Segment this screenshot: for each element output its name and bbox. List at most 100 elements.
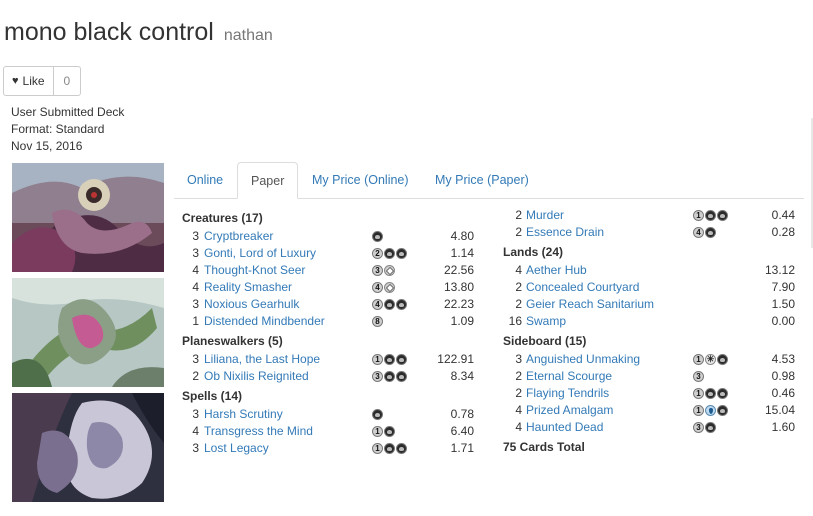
card-name-link[interactable]: Cryptbreaker	[204, 228, 273, 245]
card-price: 0.44	[771, 208, 795, 222]
card-art-image[interactable]	[12, 393, 164, 502]
card-row: 2 Flaying Tendrils 1 0.46	[503, 385, 798, 402]
mana-cost: 1	[693, 388, 728, 399]
card-art-image[interactable]	[12, 163, 164, 272]
black-mana-icon	[717, 405, 728, 416]
card-name-link[interactable]: Eternal Scourge	[526, 368, 612, 385]
card-row: 2 Geier Reach Sanitarium 1.50	[503, 296, 798, 313]
generic-mana-icon: 8	[372, 316, 383, 327]
card-name-link[interactable]: Murder	[526, 207, 564, 224]
card-row: 4 Prized Amalgam 1 15.04	[503, 402, 798, 419]
section-title: Spells (14)	[182, 389, 243, 403]
card-quantity: 2	[515, 369, 522, 383]
card-quantity: 4	[192, 424, 199, 438]
card-name-link[interactable]: Concealed Courtyard	[526, 279, 639, 296]
deck-meta: User Submitted Deck Format: Standard Nov…	[11, 104, 124, 155]
black-mana-icon	[372, 231, 383, 242]
card-name-link[interactable]: Flaying Tendrils	[526, 385, 609, 402]
mana-cost: 1 ✳	[693, 354, 728, 365]
generic-mana-icon: 1	[693, 210, 704, 221]
card-name-link[interactable]: Haunted Dead	[526, 419, 603, 436]
generic-mana-icon: 4	[693, 227, 704, 238]
card-name-link[interactable]: Essence Drain	[526, 224, 604, 241]
card-quantity: 2	[515, 225, 522, 239]
card-row: 1 Distended Mindbender 8 1.09	[182, 313, 477, 330]
generic-mana-icon: 3	[372, 371, 383, 382]
card-row: 2 Ob Nixilis Reignited 3 8.34	[182, 368, 477, 385]
black-mana-icon	[396, 248, 407, 259]
card-name-link[interactable]: Prized Amalgam	[526, 402, 613, 419]
card-name-link[interactable]: Swamp	[526, 313, 566, 330]
card-name-link[interactable]: Reality Smasher	[204, 279, 292, 296]
card-price: 4.80	[450, 229, 474, 243]
black-mana-icon	[384, 443, 395, 454]
generic-mana-icon: 1	[693, 388, 704, 399]
card-quantity: 4	[192, 263, 199, 277]
card-row: 3 Anguished Unmaking 1 ✳ 4.53	[503, 351, 798, 368]
black-mana-icon	[396, 354, 407, 365]
cards-total: 75 Cards Total	[503, 440, 585, 454]
card-name-link[interactable]: Anguished Unmaking	[526, 351, 640, 368]
card-name-link[interactable]: Thought-Knot Seer	[204, 262, 305, 279]
card-name-link[interactable]: Gonti, Lord of Luxury	[204, 245, 316, 262]
black-mana-icon	[396, 443, 407, 454]
card-quantity: 3	[192, 441, 199, 455]
tab-my-price-online[interactable]: My Price (Online)	[299, 162, 422, 198]
card-name-link[interactable]: Aether Hub	[526, 262, 587, 279]
mana-cost: 3	[372, 265, 395, 276]
card-price: 1.09	[450, 314, 474, 328]
card-row: 4 Thought-Knot Seer 3 22.56	[182, 262, 477, 279]
card-quantity: 3	[192, 246, 199, 260]
mana-cost	[372, 231, 383, 242]
like-button[interactable]: ♥ Like	[4, 67, 54, 95]
mana-cost: 4	[372, 299, 407, 310]
tab-my-price-paper[interactable]: My Price (Paper)	[422, 162, 542, 198]
generic-mana-icon: 1	[372, 443, 383, 454]
white-mana-icon: ✳	[705, 354, 716, 365]
generic-mana-icon: 1	[693, 354, 704, 365]
generic-mana-icon: 4	[372, 299, 383, 310]
price-tabs: Online Paper My Price (Online) My Price …	[174, 162, 804, 199]
card-row: 4 Aether Hub 13.12	[503, 262, 798, 279]
card-row: 3 Liliana, the Last Hope 1 122.91	[182, 351, 477, 368]
tab-online[interactable]: Online	[174, 162, 236, 198]
card-price: 1.71	[450, 441, 474, 455]
card-name-link[interactable]: Distended Mindbender	[204, 313, 325, 330]
generic-mana-icon: 1	[693, 405, 704, 416]
black-mana-icon	[396, 371, 407, 382]
card-art-image[interactable]	[12, 278, 164, 387]
card-name-link[interactable]: Liliana, the Last Hope	[204, 351, 320, 368]
card-name-link[interactable]: Transgress the Mind	[204, 423, 313, 440]
card-quantity: 3	[515, 352, 522, 366]
like-button-group[interactable]: ♥ Like 0	[3, 66, 82, 96]
card-row: 2 Murder 1 0.44	[503, 207, 798, 224]
card-name-link[interactable]: Geier Reach Sanitarium	[526, 296, 654, 313]
card-price: 13.12	[764, 263, 795, 277]
card-price: 6.40	[450, 424, 474, 438]
card-name-link[interactable]: Lost Legacy	[204, 440, 269, 457]
black-mana-icon	[717, 354, 728, 365]
card-quantity: 16	[508, 314, 522, 328]
mana-cost: 1	[372, 426, 395, 437]
card-row: 3 Gonti, Lord of Luxury 2 1.14	[182, 245, 477, 262]
card-price: 4.53	[771, 352, 795, 366]
card-price: 22.23	[443, 297, 474, 311]
card-name-link[interactable]: Noxious Gearhulk	[204, 296, 299, 313]
generic-mana-icon: 3	[372, 265, 383, 276]
section-title: Sideboard (15)	[503, 334, 587, 348]
tab-paper[interactable]: Paper	[237, 162, 299, 199]
deck-author[interactable]: nathan	[224, 27, 273, 44]
deck-source: User Submitted Deck	[11, 105, 125, 119]
card-name-link[interactable]: Harsh Scrutiny	[204, 406, 283, 423]
card-name-link[interactable]: Ob Nixilis Reignited	[204, 368, 309, 385]
black-mana-icon	[705, 210, 716, 221]
card-price: 7.90	[771, 280, 795, 294]
card-quantity: 3	[192, 352, 199, 366]
card-price: 0.00	[771, 314, 795, 328]
mana-cost: 3	[693, 371, 704, 382]
black-mana-icon	[384, 426, 395, 437]
card-quantity: 4	[515, 420, 522, 434]
black-mana-icon	[717, 388, 728, 399]
card-row: 4 Reality Smasher 4 13.80	[182, 279, 477, 296]
card-row: 2 Essence Drain 4 0.28	[503, 224, 798, 241]
